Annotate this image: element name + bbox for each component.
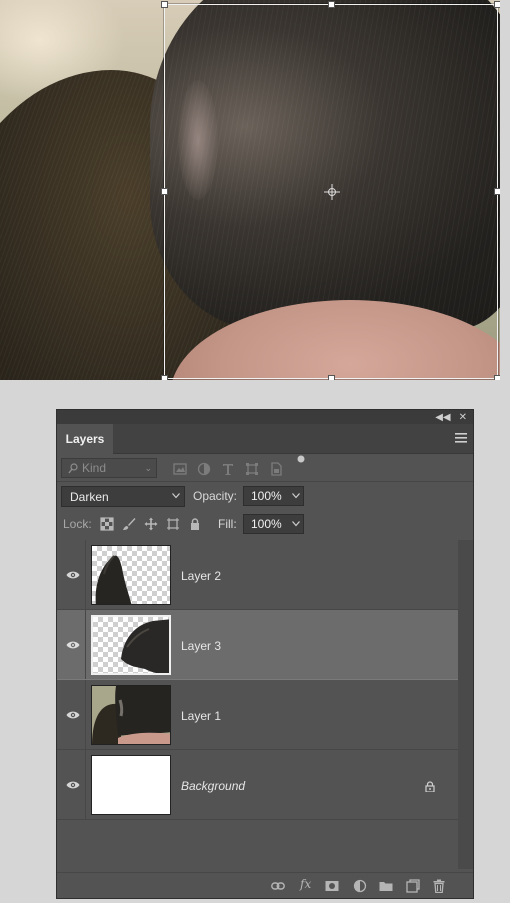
visibility-column-divider bbox=[85, 680, 86, 749]
transform-handle-top-right[interactable] bbox=[494, 1, 500, 8]
visibility-eye-icon[interactable] bbox=[66, 780, 80, 790]
lock-transparent-pixels-icon[interactable] bbox=[100, 517, 114, 531]
visibility-column-divider bbox=[85, 750, 86, 819]
lock-artboard-icon[interactable] bbox=[166, 517, 180, 531]
transform-handle-right[interactable] bbox=[494, 188, 500, 195]
group-folder-icon[interactable] bbox=[379, 879, 393, 893]
filter-toggle-icon[interactable] bbox=[297, 455, 305, 463]
blend-opacity-row: Darken Opacity: 100% bbox=[57, 482, 473, 510]
visibility-eye-icon[interactable] bbox=[66, 710, 80, 720]
document-canvas[interactable] bbox=[0, 0, 500, 380]
fx-icon[interactable]: fx bbox=[300, 877, 314, 891]
layer-list: Layer 2 Layer 3 Layer 1 Background bbox=[57, 540, 459, 822]
visibility-column-divider bbox=[85, 610, 86, 679]
chevron-down-icon bbox=[292, 493, 300, 499]
collapse-panel-icon[interactable]: ◀◀ bbox=[435, 412, 450, 423]
layers-panel: ◀◀ ✕ Layers Kind ⌄ Darken Opacity: 100% … bbox=[56, 409, 474, 899]
transform-handle-top-left[interactable] bbox=[161, 1, 168, 8]
filter-type-layers-icon[interactable] bbox=[221, 462, 235, 476]
lock-label: Lock: bbox=[63, 517, 92, 531]
layer-locked-icon bbox=[425, 781, 435, 792]
layer-mask-icon[interactable] bbox=[325, 879, 339, 893]
layer-name[interactable]: Background bbox=[181, 779, 245, 793]
filter-pixel-layers-icon[interactable] bbox=[173, 462, 187, 476]
transform-reference-point-icon[interactable] bbox=[324, 184, 340, 200]
visibility-eye-icon[interactable] bbox=[66, 570, 80, 580]
trash-icon[interactable] bbox=[432, 879, 446, 893]
filter-shape-layers-icon[interactable] bbox=[245, 462, 259, 476]
lock-image-pixels-icon[interactable] bbox=[122, 517, 136, 531]
transform-handle-top[interactable] bbox=[328, 1, 335, 8]
panel-menu-icon[interactable] bbox=[455, 433, 467, 443]
transform-handle-bottom-right[interactable] bbox=[494, 375, 500, 380]
layer-name[interactable]: Layer 2 bbox=[181, 569, 221, 583]
blend-mode-select[interactable]: Darken bbox=[61, 486, 185, 507]
fill-label: Fill: bbox=[218, 517, 237, 531]
layer-2-thumbnail-content bbox=[95, 555, 132, 604]
search-icon bbox=[68, 462, 78, 473]
chevron-down-icon bbox=[172, 493, 180, 499]
lock-position-icon[interactable] bbox=[144, 517, 158, 531]
visibility-column-divider bbox=[85, 540, 86, 609]
transform-handle-bottom-left[interactable] bbox=[161, 375, 168, 380]
layer-row-layer-1[interactable]: Layer 1 bbox=[57, 680, 459, 750]
layers-panel-footer: fx bbox=[57, 872, 473, 898]
layer-3-thumbnail-content bbox=[121, 619, 169, 673]
fill-slider-button[interactable] bbox=[288, 514, 304, 534]
visibility-eye-icon[interactable] bbox=[66, 640, 80, 650]
filter-smart-objects-icon[interactable] bbox=[269, 462, 283, 476]
layer-thumbnail[interactable] bbox=[91, 685, 171, 745]
layer-1-thumbnail-content bbox=[92, 686, 170, 744]
layer-row-background[interactable]: Background bbox=[57, 750, 459, 820]
opacity-slider-button[interactable] bbox=[288, 486, 304, 506]
layer-thumbnail[interactable] bbox=[91, 545, 171, 605]
tab-layers[interactable]: Layers bbox=[57, 424, 113, 454]
lock-all-icon[interactable] bbox=[188, 517, 202, 531]
adjustment-layer-icon[interactable] bbox=[353, 879, 367, 893]
layer-row-layer-3[interactable]: Layer 3 bbox=[57, 610, 459, 680]
blend-mode-value: Darken bbox=[70, 489, 109, 504]
layer-row-layer-2[interactable]: Layer 2 bbox=[57, 540, 459, 610]
new-layer-icon[interactable] bbox=[406, 879, 420, 893]
transform-handle-left[interactable] bbox=[161, 188, 168, 195]
kind-filter-value: Kind bbox=[82, 461, 107, 475]
opacity-label: Opacity: bbox=[193, 489, 238, 503]
filter-adjustment-layers-icon[interactable] bbox=[197, 462, 211, 476]
panel-tab-row: Layers bbox=[57, 424, 473, 454]
layer-name[interactable]: Layer 1 bbox=[181, 709, 221, 723]
layer-list-scrollbar[interactable] bbox=[458, 540, 473, 869]
close-panel-icon[interactable]: ✕ bbox=[459, 412, 467, 423]
layer-filter-row: Kind ⌄ bbox=[57, 454, 473, 482]
layer-name[interactable]: Layer 3 bbox=[181, 639, 221, 653]
chevron-down-icon: ⌄ bbox=[144, 463, 152, 473]
layer-thumbnail[interactable] bbox=[91, 755, 171, 815]
lock-fill-row: Lock: Fill: 100% bbox=[57, 510, 473, 538]
chevron-down-icon bbox=[292, 521, 300, 527]
kind-filter-select[interactable]: Kind ⌄ bbox=[61, 458, 157, 478]
transform-handle-bottom[interactable] bbox=[328, 375, 335, 380]
panel-titlebar[interactable]: ◀◀ ✕ bbox=[57, 410, 473, 424]
layer-thumbnail[interactable] bbox=[91, 615, 171, 675]
link-layers-icon[interactable] bbox=[271, 879, 285, 893]
